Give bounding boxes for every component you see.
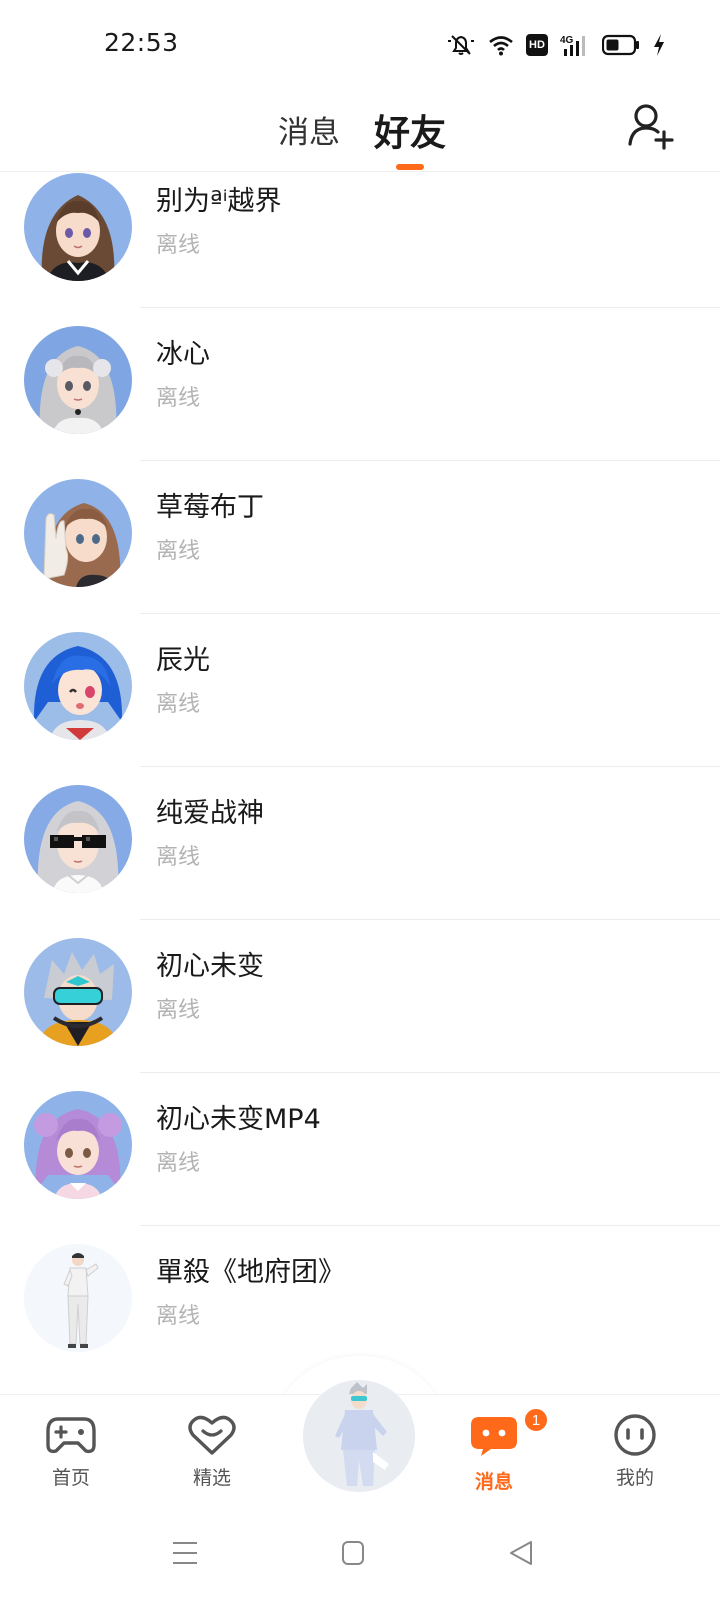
hd-icon: HD (526, 34, 548, 56)
friend-name: 單殺《地府团》 (156, 1257, 345, 1288)
friend-avatar[interactable] (24, 785, 132, 893)
friend-name: 冰心 (156, 339, 210, 370)
friend-name: 初心未变MP4 (156, 1104, 321, 1135)
nav-item-messages[interactable]: 1 消息 (449, 1407, 549, 1494)
menu-icon[interactable] (172, 1540, 198, 1566)
battery-icon (602, 34, 639, 56)
status-time: 22:53 (104, 28, 179, 57)
svg-text:4G: 4G (560, 35, 574, 46)
friend-item[interactable]: 冰心 离线 (0, 306, 720, 461)
friend-avatar[interactable] (24, 1091, 132, 1199)
friend-status: 离线 (156, 539, 201, 564)
nav-item-home[interactable]: 首页 (26, 1413, 116, 1490)
friend-name: 辰光 (156, 645, 210, 676)
friend-item[interactable]: 初心未变 离线 (0, 918, 720, 1073)
friend-status: 离线 (156, 233, 201, 258)
wifi-icon (489, 36, 513, 56)
system-nav-bar (0, 1510, 720, 1600)
friend-status: 离线 (156, 998, 201, 1023)
friend-status: 离线 (156, 386, 201, 411)
friend-avatar[interactable] (24, 938, 132, 1046)
friend-avatar[interactable] (24, 1244, 132, 1352)
back-icon[interactable] (509, 1540, 533, 1566)
friend-name: 初心未变 (156, 951, 264, 982)
add-friend-button[interactable] (628, 100, 676, 152)
header: 消息 好友 (0, 88, 720, 172)
nav-item-profile[interactable]: 我的 (590, 1413, 680, 1490)
friend-avatar[interactable] (24, 173, 132, 281)
gamepad-icon (46, 1417, 96, 1454)
friend-status: 离线 (156, 692, 201, 717)
smiley-face-icon (614, 1414, 656, 1456)
nav-label: 精选 (192, 1467, 231, 1489)
friend-name: 纯爱战神 (156, 798, 264, 829)
tab-messages[interactable]: 消息 (278, 107, 340, 152)
nav-item-featured[interactable]: 精选 (167, 1413, 257, 1490)
mute-bell-icon (448, 35, 474, 55)
friend-avatar[interactable] (24, 632, 132, 740)
heart-chat-icon (188, 1415, 236, 1455)
add-person-icon (628, 104, 674, 150)
center-character-avatar[interactable] (303, 1380, 415, 1492)
friend-item[interactable]: 别为ªⁱ越界 离线 (0, 172, 720, 308)
friend-avatar[interactable] (24, 326, 132, 434)
signal-4g-icon: 4G (560, 35, 585, 56)
friend-item[interactable]: 初心未变MP4 离线 (0, 1071, 720, 1226)
active-tab-indicator (396, 164, 424, 170)
tab-friends[interactable]: 好友 (374, 104, 446, 156)
charging-icon (654, 34, 664, 56)
friend-item[interactable]: 辰光 离线 (0, 612, 720, 767)
friend-item[interactable]: 草莓布丁 离线 (0, 459, 720, 614)
friend-status: 离线 (156, 1304, 201, 1329)
status-bar: 22:53 HD 4G (0, 0, 720, 88)
nav-label: 首页 (51, 1467, 90, 1489)
friend-status: 离线 (156, 1151, 201, 1176)
status-icons: HD 4G (446, 30, 666, 60)
friend-list[interactable]: 别为ªⁱ越界 离线 冰心 离线 草莓布丁 离线 辰光 离线 纯爱战神 离线 初心… (0, 172, 720, 1394)
friend-item[interactable]: 纯爱战神 离线 (0, 765, 720, 920)
unread-badge: 1 (523, 1407, 549, 1433)
message-bubble-icon (471, 1417, 517, 1456)
nav-label: 我的 (615, 1467, 654, 1489)
friend-avatar[interactable] (24, 479, 132, 587)
friend-status: 离线 (156, 845, 201, 870)
nav-label: 消息 (474, 1471, 513, 1493)
home-icon[interactable] (341, 1540, 365, 1566)
friend-name: 草莓布丁 (156, 492, 264, 523)
friend-name: 别为ªⁱ越界 (156, 186, 282, 217)
